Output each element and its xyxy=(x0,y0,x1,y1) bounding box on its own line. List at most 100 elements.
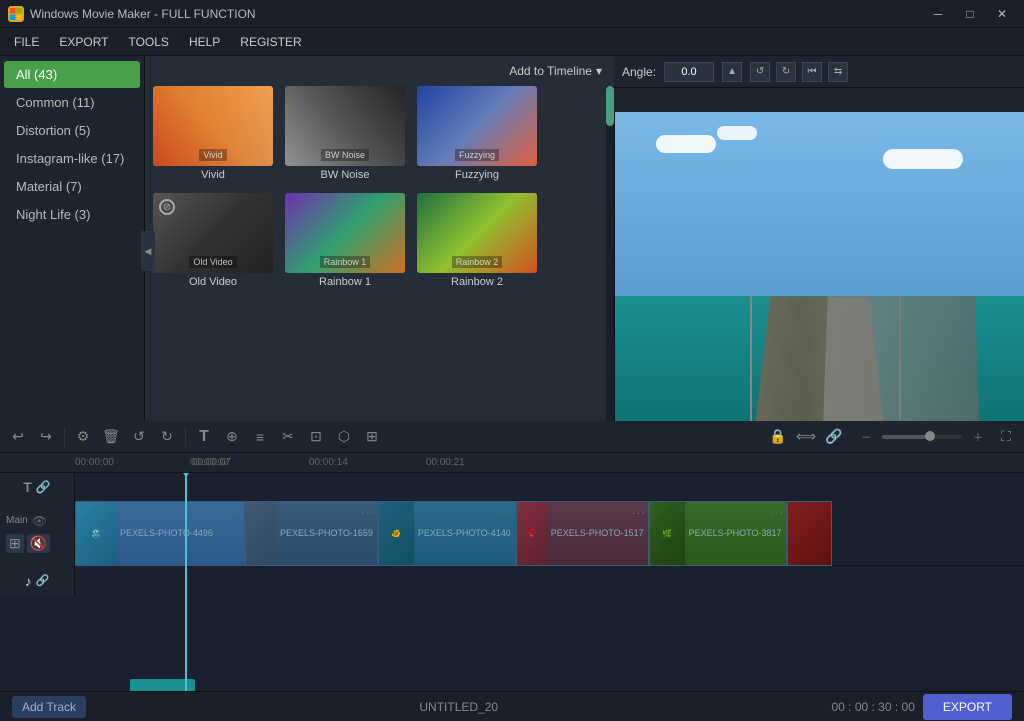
zoom-slider[interactable] xyxy=(882,435,962,439)
rotate-right-tl-btn[interactable]: ↻ xyxy=(155,425,179,449)
add-timeline-bar: Add to Timeline ▾ xyxy=(153,64,606,78)
text-track-icon: T xyxy=(23,479,32,495)
ruler-tick-0: 00:00:00 xyxy=(75,457,114,468)
main-track-row: Main 👁 ⊞ 🔇 🏖 PEXELS-PHOTO-4496 xyxy=(0,501,1024,566)
main-track-controls: Main 👁 xyxy=(6,514,68,528)
clip-2-label: PEXELS-PHOTO-1659 xyxy=(276,526,377,540)
split-btn[interactable]: ✂ xyxy=(276,425,300,449)
statusbar: Add Track UNTITLED_20 00 : 00 : 30 : 00 … xyxy=(0,691,1024,721)
track-settings-btn[interactable]: ⊞ xyxy=(6,534,24,553)
mirror-btn[interactable]: ⟺ xyxy=(794,425,818,449)
effect-fuzzying[interactable]: Fuzzying Fuzzying xyxy=(417,86,537,181)
settings-btn[interactable]: ⚙ xyxy=(71,425,95,449)
app-icon xyxy=(8,6,24,22)
category-distortion[interactable]: Distortion (5) xyxy=(4,117,140,144)
zoom-btn[interactable]: ⊞ xyxy=(360,425,384,449)
category-nightlife[interactable]: Night Life (3) xyxy=(4,201,140,228)
clip-2[interactable]: PEXELS-PHOTO-1659 ··· xyxy=(245,501,378,566)
effect-label-rainbow2: Rainbow 2 xyxy=(417,276,537,288)
list-tl-btn[interactable]: ≡ xyxy=(248,425,272,449)
effect-thumb-rainbow1: Rainbow 1 xyxy=(285,193,405,273)
eye-icon[interactable]: 👁 xyxy=(32,514,47,528)
clip-5-label: PEXELS-PHOTO-3817 xyxy=(685,526,786,540)
ruler-tick-playhead: 00:00:02 xyxy=(190,457,229,468)
close-button[interactable]: ✕ xyxy=(988,4,1016,24)
category-common[interactable]: Common (11) xyxy=(4,89,140,116)
clip-5-menu[interactable]: ··· xyxy=(770,504,784,520)
add-track-btn[interactable]: Add Track xyxy=(12,696,86,718)
playhead[interactable] xyxy=(185,473,187,691)
audio-link-icon[interactable]: 🔗 xyxy=(36,574,50,587)
audio-track-content xyxy=(75,566,1024,596)
redo-btn[interactable]: ↪ xyxy=(34,425,58,449)
effect-label-vivid: Vivid xyxy=(153,169,273,181)
effect-rainbow2[interactable]: Rainbow 2 Rainbow 2 xyxy=(417,193,537,288)
zoom-in-btn[interactable]: ＋ xyxy=(966,425,990,449)
menu-tools[interactable]: TOOLS xyxy=(118,31,178,53)
undo-btn[interactable]: ↩ xyxy=(6,425,30,449)
clip-5[interactable]: 🌿 PEXELS-PHOTO-3817 ··· xyxy=(649,501,787,566)
collapse-sidebar-btn[interactable]: ◀ xyxy=(141,231,155,271)
clip-3[interactable]: 🐠 PEXELS-PHOTO-4140 ··· xyxy=(378,501,516,566)
window-controls: ─ □ ✕ xyxy=(924,4,1016,24)
link-btn[interactable]: 🔗 xyxy=(822,425,846,449)
text-track-row: T 🔗 xyxy=(0,473,1024,501)
effect-thumb-bwnoise: BW Noise xyxy=(285,86,405,166)
category-material[interactable]: Material (7) xyxy=(4,173,140,200)
snap-btn[interactable]: 🔒 xyxy=(766,425,790,449)
effect-vivid[interactable]: Vivid Vivid xyxy=(153,86,273,181)
track-mute-btn[interactable]: 🔇 xyxy=(27,534,50,553)
main-label-text: Main xyxy=(6,515,28,526)
clip-6[interactable] xyxy=(787,501,832,566)
main-track-content: 🏖 PEXELS-PHOTO-4496 ··· PEXELS-PHOTO-165… xyxy=(75,501,1024,566)
app-title: Windows Movie Maker - FULL FUNCTION xyxy=(30,7,924,21)
main-track-btns: ⊞ 🔇 xyxy=(6,534,50,553)
effect-oldvideo[interactable]: ⊘ Old Video Old Video xyxy=(153,193,273,288)
zoom-out-btn[interactable]: － xyxy=(854,425,878,449)
anim-btn[interactable]: ⬡ xyxy=(332,425,356,449)
menu-register[interactable]: REGISTER xyxy=(230,31,311,53)
audio-track-label: ♪ 🔗 xyxy=(0,566,75,596)
effect-rainbow1[interactable]: Rainbow 1 Rainbow 1 xyxy=(285,193,405,288)
track-link-icon[interactable]: 🔗 xyxy=(36,480,51,494)
delete-btn[interactable]: 🗑 xyxy=(99,425,123,449)
effects-row-2: ⊘ Old Video Old Video Rainbow 1 xyxy=(153,193,606,288)
clip-4-menu[interactable]: ··· xyxy=(632,504,646,520)
ruler-tick-2: 00:00:14 xyxy=(309,457,348,468)
crop-btn[interactable]: ⊡ xyxy=(304,425,328,449)
timeline-controls: ↩ ↪ ⚙ 🗑 ↺ ↻ T ⊕ ≡ ✂ ⊡ ⬡ ⊞ 🔒 ⟺ 🔗 － ＋ ⛶ xyxy=(0,421,1024,453)
menu-file[interactable]: FILE xyxy=(4,31,49,53)
minimize-button[interactable]: ─ xyxy=(924,4,952,24)
clip-2-menu[interactable]: ··· xyxy=(361,504,375,520)
effect-thumb-fuzz: Fuzzying xyxy=(417,86,537,166)
effect-thumb-vivid: Vivid xyxy=(153,86,273,166)
add-timeline-btn[interactable]: Add to Timeline ▾ xyxy=(509,64,602,78)
rotate-left-tl-btn[interactable]: ↺ xyxy=(127,425,151,449)
clip-3-label: PEXELS-PHOTO-4140 xyxy=(414,526,515,540)
separator-1 xyxy=(64,427,65,447)
status-time: 00 : 00 : 30 : 00 xyxy=(831,700,914,714)
main-track-label: Main 👁 ⊞ 🔇 xyxy=(0,501,75,566)
chevron-down-icon: ▾ xyxy=(596,64,602,78)
clip-4[interactable]: 🌹 PEXELS-PHOTO-1517 ··· xyxy=(516,501,649,566)
audio-track-row: ♪ 🔗 xyxy=(0,566,1024,596)
clip-3-menu[interactable]: ··· xyxy=(499,504,513,520)
clip-1-label: PEXELS-PHOTO-4496 xyxy=(116,526,217,540)
status-filename: UNTITLED_20 xyxy=(94,700,823,714)
category-instagram[interactable]: Instagram-like (17) xyxy=(4,145,140,172)
timeline-wrapper: ↩ ↪ ⚙ 🗑 ↺ ↻ T ⊕ ≡ ✂ ⊡ ⬡ ⊞ 🔒 ⟺ 🔗 － ＋ ⛶ 00… xyxy=(0,421,1024,691)
fullscreen-tl-btn[interactable]: ⛶ xyxy=(994,425,1018,449)
clip-4-label: PEXELS-PHOTO-1517 xyxy=(547,526,648,540)
track-clips: 🏖 PEXELS-PHOTO-4496 ··· PEXELS-PHOTO-165… xyxy=(75,501,1024,566)
time-ruler: 00:00:00 00:00:02 00:00:07 00:00:14 00:0… xyxy=(0,453,1024,473)
text-tl-btn[interactable]: T xyxy=(192,425,216,449)
effect-bwnoise[interactable]: BW Noise BW Noise xyxy=(285,86,405,181)
category-all[interactable]: All (43) xyxy=(4,61,140,88)
export-btn[interactable]: EXPORT xyxy=(923,694,1012,720)
add-tl-btn[interactable]: ⊕ xyxy=(220,425,244,449)
maximize-button[interactable]: □ xyxy=(956,4,984,24)
menu-help[interactable]: HELP xyxy=(179,31,230,53)
menu-export[interactable]: EXPORT xyxy=(49,31,118,53)
clip-1-menu[interactable]: ··· xyxy=(228,504,242,520)
clip-1[interactable]: 🏖 PEXELS-PHOTO-4496 ··· xyxy=(75,501,245,566)
